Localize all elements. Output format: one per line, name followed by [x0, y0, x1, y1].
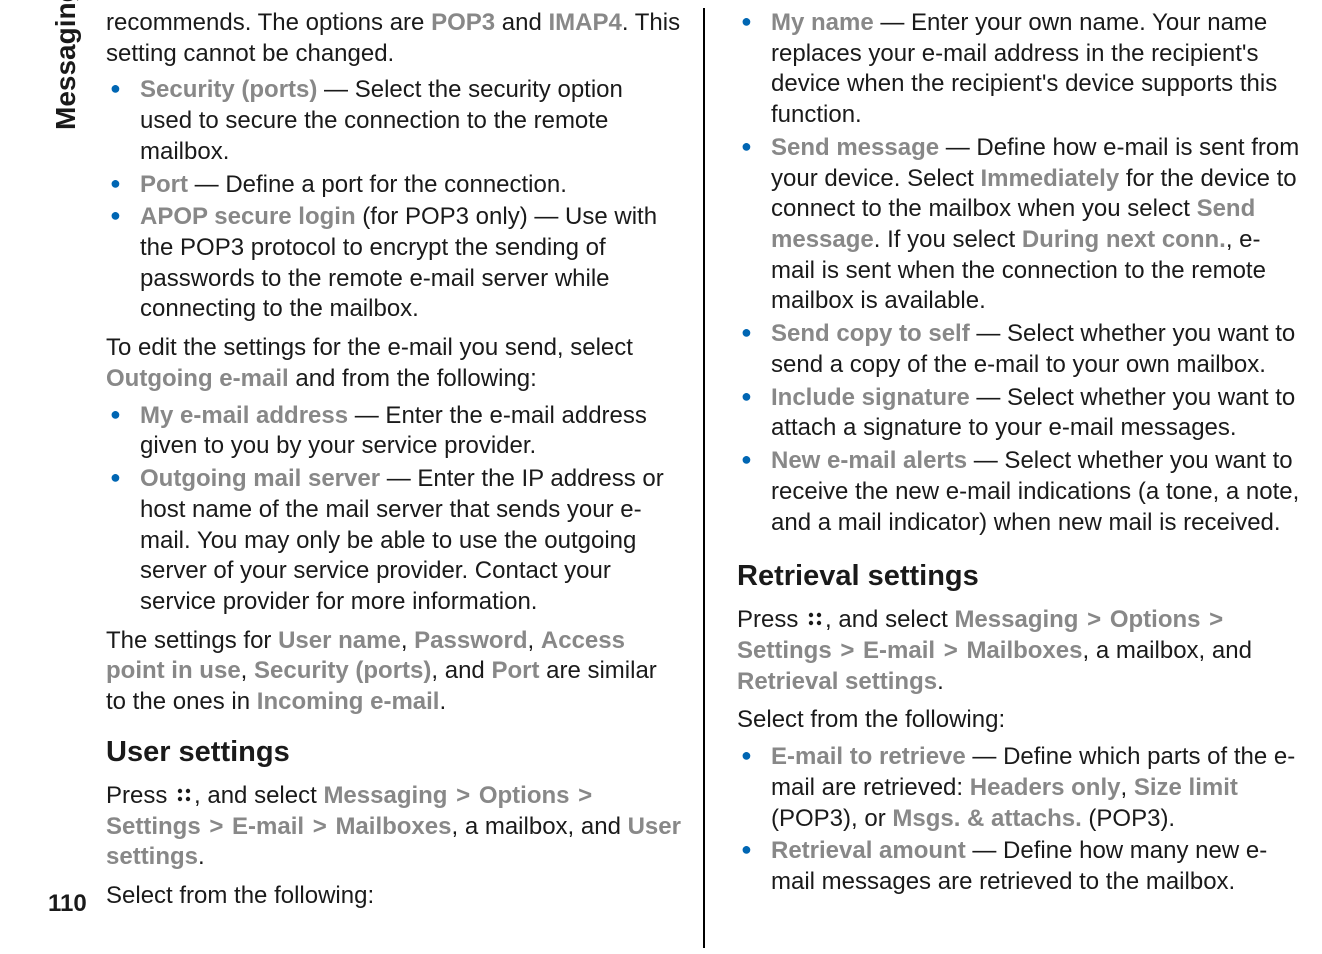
user-settings-heading: User settings [106, 734, 681, 771]
list-item: My e-mail address — Enter the e-mail add… [140, 401, 681, 462]
menu-key-icon [805, 607, 825, 627]
list-user-settings: My name — Enter your own name. Your name… [737, 8, 1302, 538]
list-retrieval-settings: E-mail to retrieve — Define which parts … [737, 742, 1302, 898]
list-item: E-mail to retrieve — Define which parts … [771, 742, 1302, 834]
nav-path-retrieval-settings: Press , and select Messaging > Options >… [737, 605, 1302, 697]
page-number: 110 [48, 890, 87, 918]
select-from-text: Select from the following: [106, 881, 681, 912]
sidebar: Messaging 110 [0, 0, 100, 954]
list-incoming-settings: Security (ports) — Select the security o… [106, 75, 681, 325]
list-outgoing-settings: My e-mail address — Enter the e-mail add… [106, 401, 681, 618]
list-item: Outgoing mail server — Enter the IP addr… [140, 464, 681, 618]
left-column: recommends. The options are POP3 and IMA… [106, 8, 681, 948]
list-item: Port — Define a port for the connection. [140, 170, 681, 201]
content-area: recommends. The options are POP3 and IMA… [106, 8, 1306, 948]
right-column: My name — Enter your own name. Your name… [727, 8, 1302, 948]
list-item: Security (ports) — Select the security o… [140, 75, 681, 167]
list-item: New e-mail alerts — Select whether you w… [771, 446, 1302, 538]
list-item: Retrieval amount — Define how many new e… [771, 836, 1302, 897]
menu-key-icon [174, 783, 194, 803]
list-item: APOP secure login (for POP3 only) — Use … [140, 202, 681, 325]
column-divider [703, 8, 705, 948]
select-from-text: Select from the following: [737, 705, 1302, 736]
intro-paragraph: recommends. The options are POP3 and IMA… [106, 8, 681, 69]
list-item: My name — Enter your own name. Your name… [771, 8, 1302, 131]
list-item: Include signature — Select whether you w… [771, 383, 1302, 444]
section-title-vertical: Messaging [50, 0, 82, 130]
nav-path-user-settings: Press , and select Messaging > Options >… [106, 781, 681, 873]
outgoing-intro: To edit the settings for the e-mail you … [106, 333, 681, 394]
list-item: Send copy to self — Select whether you w… [771, 319, 1302, 380]
list-item: Send message — Define how e-mail is sent… [771, 133, 1302, 317]
settings-summary: The settings for User name, Password, Ac… [106, 626, 681, 718]
retrieval-settings-heading: Retrieval settings [737, 558, 1302, 595]
